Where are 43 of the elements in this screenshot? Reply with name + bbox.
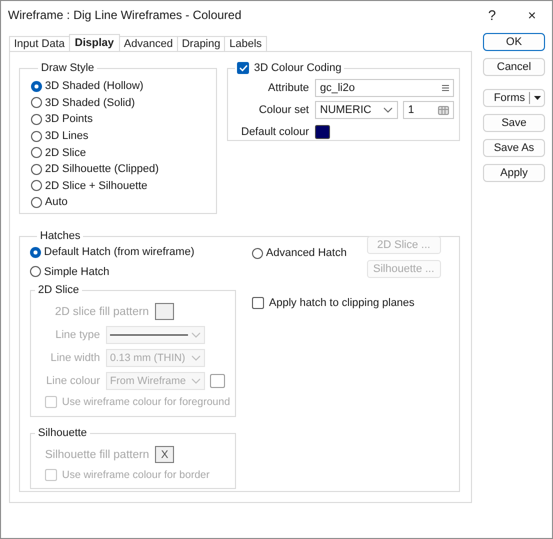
field-label: Line type bbox=[54, 328, 101, 341]
forms-button[interactable]: Forms bbox=[483, 89, 545, 107]
radio-button[interactable]: Advanced Hatch bbox=[252, 245, 347, 262]
field-label: Attribute bbox=[267, 82, 310, 94]
colour-set-dropdown[interactable]: NUMERIC bbox=[315, 101, 398, 119]
group-title: Draw Style bbox=[40, 62, 96, 74]
radio-button[interactable]: 2D Slice bbox=[31, 144, 86, 161]
field-label: Default colour bbox=[240, 126, 310, 138]
field-label: Line colour bbox=[45, 374, 101, 387]
radio-button[interactable]: 3D Shaded (Hollow) bbox=[31, 78, 144, 95]
checkbox-label: Apply hatch to clipping planes bbox=[269, 297, 415, 309]
close-button[interactable]: × bbox=[512, 7, 552, 23]
checkbox-label: Use wireframe colour for foreground bbox=[62, 396, 230, 408]
field-label: Line width bbox=[49, 352, 101, 364]
radio-button[interactable]: 3D Shaded (Solid) bbox=[31, 94, 135, 112]
group-title: Hatches bbox=[39, 230, 82, 242]
radio-button[interactable]: Default Hatch (from wireframe) bbox=[30, 244, 194, 261]
tab[interactable]: Labels bbox=[224, 36, 267, 51]
number-field[interactable]: 1 bbox=[403, 101, 454, 119]
group-title: 2D Slice bbox=[37, 284, 80, 296]
dialog-button[interactable]: Cancel bbox=[483, 58, 545, 76]
tab[interactable]: Draping bbox=[176, 36, 226, 51]
radio-button[interactable]: 2D Slice + Silhouette bbox=[31, 178, 148, 194]
help-button[interactable]: ? bbox=[472, 7, 512, 23]
field-label: Silhouette fill pattern bbox=[45, 448, 150, 461]
group-title: 3D Colour Coding bbox=[254, 62, 342, 74]
radio-button[interactable]: 2D Silhouette (Clipped) bbox=[31, 160, 159, 178]
dialog-button[interactable]: Save bbox=[483, 114, 545, 132]
radio-button[interactable]: 3D Lines bbox=[31, 128, 88, 144]
tab[interactable]: Input Data bbox=[9, 36, 70, 51]
group-title: Silhouette bbox=[37, 427, 88, 440]
dialog-button[interactable]: Save As bbox=[483, 139, 545, 157]
dialog-button[interactable]: Apply bbox=[483, 164, 545, 182]
attribute-field[interactable]: gc_li2o bbox=[315, 79, 454, 97]
radio-button[interactable]: Auto bbox=[31, 194, 68, 211]
field-label: 2D slice fill pattern bbox=[55, 306, 149, 318]
tab[interactable]: Display bbox=[68, 34, 120, 51]
radio-button[interactable]: Simple Hatch bbox=[30, 264, 110, 280]
ok-button[interactable]: OK bbox=[483, 33, 545, 51]
radio-button[interactable]: 3D Points bbox=[31, 111, 93, 128]
checkbox-label: Use wireframe colour for border bbox=[62, 469, 210, 482]
field-label: Colour set bbox=[258, 104, 310, 116]
window-title: Wireframe : Dig Line Wireframes - Coloured bbox=[8, 8, 242, 22]
